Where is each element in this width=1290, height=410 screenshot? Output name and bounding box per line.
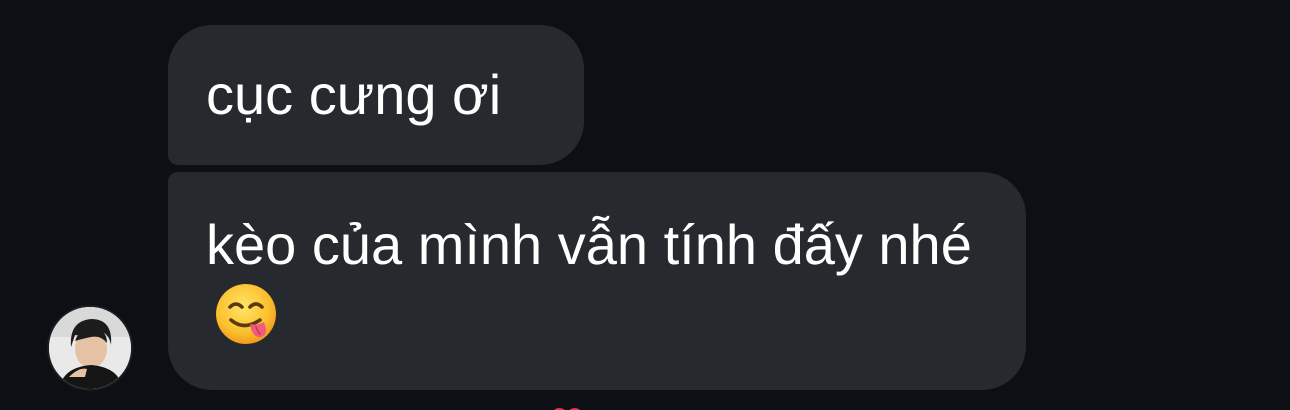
message-text: cục cưng ơi <box>206 63 502 126</box>
heart-reaction[interactable] <box>545 402 599 410</box>
sender-avatar[interactable] <box>49 307 131 389</box>
user-avatar-photo-icon <box>49 307 131 389</box>
message-bubble[interactable]: cục cưng ơi <box>168 25 584 165</box>
message-text: kèo của mình vẫn tính đấy nhé <box>206 213 972 276</box>
heart-reaction-icon <box>554 408 580 410</box>
face-savoring-food-emoji-icon <box>214 282 278 346</box>
message-thread: cục cưng ơi kèo của mình vẫn tính đấy nh… <box>0 0 1290 410</box>
message-bubble[interactable]: kèo của mình vẫn tính đấy nhé <box>168 172 1026 390</box>
